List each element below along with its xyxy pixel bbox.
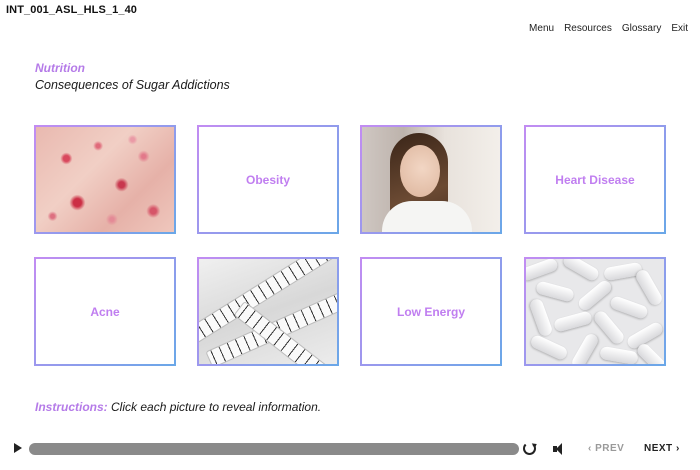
tile-heart-disease[interactable]: Heart Disease [524, 125, 666, 234]
instructions-text: Click each picture to reveal information… [111, 400, 322, 414]
glossary-link[interactable]: Glossary [622, 23, 661, 34]
tile-measuring-tape-image[interactable] [197, 257, 339, 366]
playbar: ‹ PREV NEXT › [0, 438, 700, 462]
tile-label: Acne [90, 304, 120, 319]
exit-link[interactable]: Exit [671, 23, 688, 34]
instructions-label: Instructions: [35, 400, 108, 414]
replay-icon[interactable] [523, 442, 536, 455]
progress-scrubber[interactable] [29, 443, 519, 455]
tile-obesity[interactable]: Obesity [197, 125, 339, 234]
tile-tired-woman-image[interactable] [360, 125, 502, 234]
tile-label: Low Energy [396, 304, 465, 319]
top-nav: Menu Resources Glossary Exit [529, 23, 688, 34]
volume-icon[interactable] [553, 442, 567, 456]
tile-label: Obesity [245, 172, 290, 187]
instructions: Instructions: Click each picture to reve… [35, 400, 321, 414]
tile-low-energy[interactable]: Low Energy [360, 257, 502, 366]
next-button[interactable]: NEXT › [644, 443, 680, 454]
play-icon[interactable] [14, 443, 22, 453]
prev-button[interactable]: ‹ PREV [588, 443, 624, 454]
tile-acne[interactable]: Acne [34, 257, 176, 366]
tile-pills-image[interactable] [524, 257, 666, 366]
resources-link[interactable]: Resources [564, 23, 612, 34]
tile-acne-image[interactable] [34, 125, 176, 234]
course-id: INT_001_ASL_HLS_1_40 [6, 4, 138, 16]
page-subtitle: Consequences of Sugar Addictions [35, 78, 230, 92]
menu-link[interactable]: Menu [529, 23, 554, 34]
section-title: Nutrition [35, 61, 85, 75]
tile-label: Heart Disease [555, 172, 635, 187]
